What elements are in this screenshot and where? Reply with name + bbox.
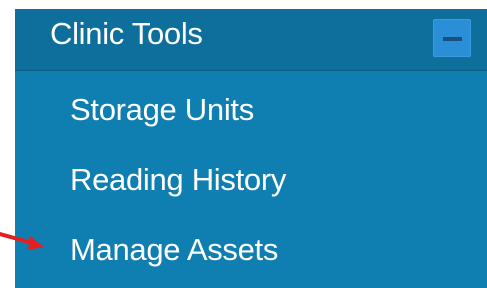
red-arrow-icon: [0, 232, 44, 250]
minus-icon: [443, 37, 462, 41]
menu-item-storage-units[interactable]: Storage Units: [70, 91, 254, 129]
clinic-tools-panel: Clinic Tools Storage Units Reading Histo…: [15, 9, 487, 288]
collapse-button[interactable]: [433, 19, 471, 57]
screenshot: Clinic Tools Storage Units Reading Histo…: [0, 0, 487, 288]
panel-title: Clinic Tools: [50, 16, 203, 51]
menu-item-manage-assets[interactable]: Manage Assets: [70, 231, 278, 269]
menu-item-reading-history[interactable]: Reading History: [70, 161, 286, 199]
panel-header[interactable]: Clinic Tools: [15, 9, 487, 71]
